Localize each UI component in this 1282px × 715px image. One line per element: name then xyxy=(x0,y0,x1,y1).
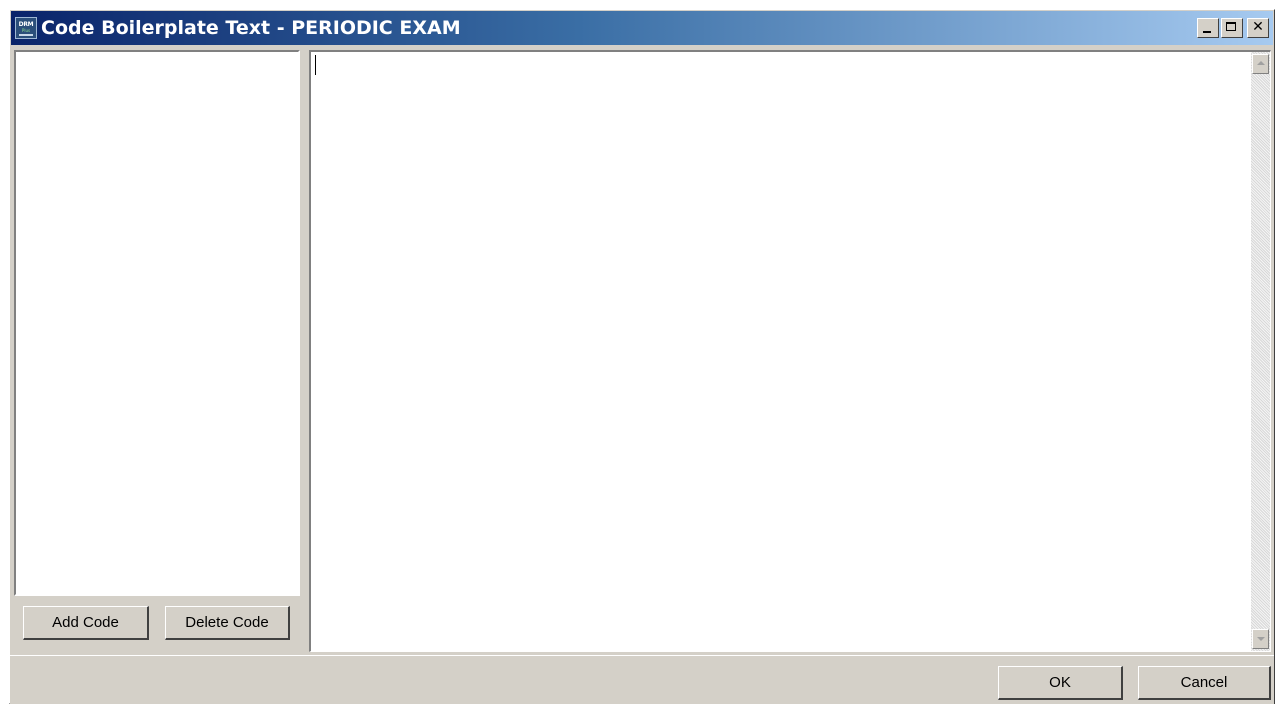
vertical-scrollbar[interactable] xyxy=(1251,52,1270,651)
panel-splitter[interactable] xyxy=(301,50,307,651)
close-button[interactable]: ✕ xyxy=(1247,18,1269,38)
caption-buttons: ✕ xyxy=(1195,18,1269,38)
cancel-button[interactable]: Cancel xyxy=(1138,666,1271,700)
boilerplate-text-editor[interactable] xyxy=(309,50,1271,652)
dialog-window: DRM Plus Code Boilerplate Text - PERIODI… xyxy=(9,9,1275,704)
app-icon-stripe xyxy=(19,33,33,36)
add-code-button[interactable]: Add Code xyxy=(23,606,149,640)
maximize-button[interactable] xyxy=(1221,18,1243,38)
app-icon-text: DRM xyxy=(18,20,34,28)
minimize-button[interactable] xyxy=(1197,18,1219,38)
delete-code-button[interactable]: Delete Code xyxy=(165,606,290,640)
scroll-up-button[interactable] xyxy=(1252,54,1269,74)
title-bar[interactable]: DRM Plus Code Boilerplate Text - PERIODI… xyxy=(11,11,1273,45)
app-icon-subtext: Plus xyxy=(21,27,31,33)
text-caret xyxy=(315,55,316,75)
ok-button[interactable]: OK xyxy=(998,666,1123,700)
window-title: Code Boilerplate Text - PERIODIC EXAM xyxy=(41,17,461,39)
code-list[interactable] xyxy=(14,50,300,596)
close-icon: ✕ xyxy=(1252,19,1264,35)
drm-app-icon: DRM Plus xyxy=(15,17,37,39)
scroll-down-button[interactable] xyxy=(1252,629,1269,649)
